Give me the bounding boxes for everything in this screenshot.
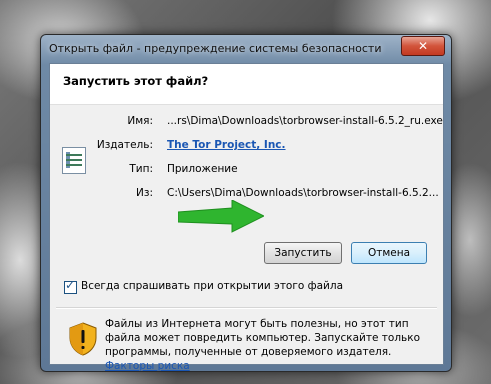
close-button[interactable]: ✕: [401, 36, 445, 56]
risk-factors-link[interactable]: Факторы риска: [105, 360, 190, 372]
always-ask-label[interactable]: Всегда спрашивать при открытии этого фай…: [81, 280, 343, 292]
divider: [56, 307, 437, 309]
publisher-link[interactable]: The Tor Project, Inc.: [167, 139, 286, 151]
warning-text: Файлы из Интернета могут быть полезны, н…: [105, 318, 420, 358]
close-icon: ✕: [417, 39, 429, 53]
from-label: Из:: [136, 187, 153, 199]
title-bar[interactable]: Открыть файл - предупреждение системы бе…: [41, 35, 451, 63]
file-icon-line: [66, 164, 82, 166]
type-value: Приложение: [167, 163, 238, 175]
file-icon-line: [66, 159, 82, 161]
publisher-label: Издатель:: [96, 139, 153, 151]
dialog-question: Запустить этот файл?: [63, 74, 209, 88]
arrow-icon: [178, 200, 264, 233]
name-label: Имя:: [127, 115, 153, 127]
run-button[interactable]: Запустить: [264, 242, 342, 264]
file-icon: [62, 147, 86, 174]
file-icon-line: [66, 154, 82, 156]
cancel-button[interactable]: Отмена: [351, 242, 427, 264]
from-value: C:\Users\Dima\Downloads\torbrowser-insta…: [167, 187, 439, 199]
dialog-header: Запустить этот файл?: [50, 64, 443, 105]
window-title: Открыть файл - предупреждение системы бе…: [49, 42, 382, 55]
always-ask-checkbox[interactable]: ✓: [64, 278, 77, 294]
shield-warning-icon: [69, 322, 97, 356]
name-value: ...rs\Dima\Downloads\torbrowser-install-…: [167, 115, 443, 127]
checkmark-icon: ✓: [65, 278, 76, 292]
type-label: Тип:: [129, 163, 153, 175]
warning-text-block: Файлы из Интернета могут быть полезны, н…: [105, 317, 435, 373]
